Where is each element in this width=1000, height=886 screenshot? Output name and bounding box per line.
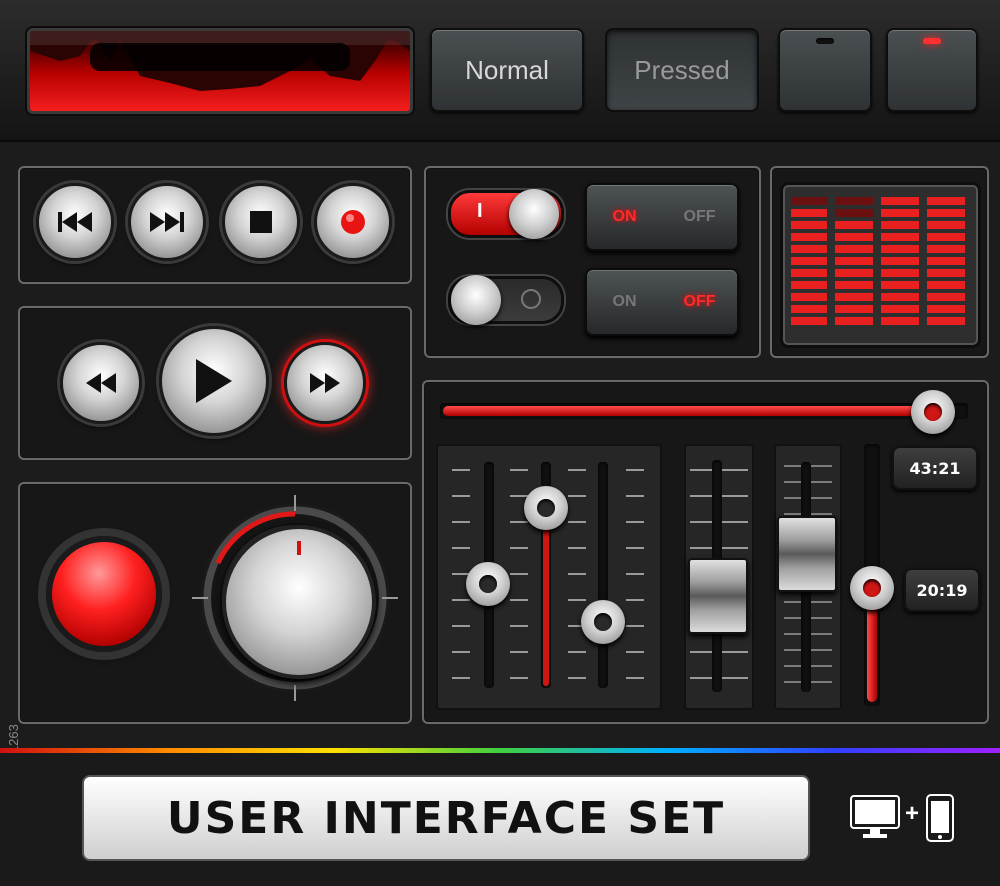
eq-slider-2-handle[interactable] bbox=[524, 486, 568, 530]
rocker-off-label: OFF bbox=[683, 208, 716, 225]
toggle-switch-off[interactable] bbox=[448, 275, 564, 325]
vertical-time-tooltip: 20:19 bbox=[904, 568, 980, 612]
fader-1-handle[interactable] bbox=[688, 558, 748, 634]
eq-slider-1-handle[interactable] bbox=[466, 562, 510, 606]
led-off-button[interactable] bbox=[778, 28, 872, 112]
fast-forward-button[interactable] bbox=[284, 342, 366, 424]
seek-slider-fill bbox=[443, 406, 933, 416]
seek-slider-handle[interactable] bbox=[911, 390, 955, 434]
rocker-on-label: ON bbox=[612, 208, 637, 225]
rewind-icon bbox=[86, 373, 116, 393]
stop-button[interactable] bbox=[222, 183, 300, 261]
rewind-button[interactable] bbox=[60, 342, 142, 424]
stop-icon bbox=[250, 211, 272, 233]
equalizer-bars bbox=[791, 197, 965, 325]
rocker-switch-on[interactable]: ON OFF bbox=[585, 183, 739, 251]
record-button[interactable] bbox=[314, 183, 392, 261]
play-icon bbox=[196, 359, 232, 403]
rocker-off-label: OFF bbox=[683, 293, 716, 310]
skip-back-button[interactable] bbox=[36, 183, 114, 261]
led-indicator-off bbox=[816, 38, 834, 44]
skip-forward-icon bbox=[150, 212, 184, 232]
play-button[interactable] bbox=[159, 326, 269, 436]
big-red-button[interactable] bbox=[46, 536, 162, 652]
pressed-button[interactable]: Pressed bbox=[605, 28, 759, 112]
eq-slider-3-handle[interactable] bbox=[581, 600, 625, 644]
volume-knob[interactable] bbox=[222, 525, 376, 679]
fast-forward-icon bbox=[310, 373, 340, 393]
rocker-switch-off[interactable]: ON OFF bbox=[585, 268, 739, 336]
seek-time-tooltip: 43:21 bbox=[892, 446, 978, 490]
led-on-button[interactable] bbox=[886, 28, 978, 112]
normal-button[interactable]: Normal bbox=[430, 28, 584, 112]
toggle-knob bbox=[451, 275, 501, 325]
eq-slider-3-track[interactable] bbox=[598, 462, 608, 688]
toggle-on-mark: I bbox=[477, 200, 483, 222]
rocker-on-label: ON bbox=[612, 293, 637, 310]
vu-waveform bbox=[30, 31, 410, 111]
record-icon bbox=[341, 210, 365, 234]
equalizer-display bbox=[780, 182, 981, 348]
toggle-off-mark bbox=[521, 289, 541, 309]
led-indicator-on bbox=[923, 38, 941, 44]
vertical-slider-handle[interactable] bbox=[850, 566, 894, 610]
toggle-knob bbox=[509, 189, 559, 239]
page-title: USER INTERFACE SET bbox=[82, 775, 810, 861]
skip-forward-button[interactable] bbox=[128, 183, 206, 261]
toggle-switch-on[interactable]: I bbox=[448, 189, 564, 239]
eq-slider-2-fill bbox=[543, 508, 549, 686]
vu-meter-display bbox=[27, 28, 413, 114]
fader-2-handle[interactable] bbox=[777, 516, 837, 592]
knob-indicator bbox=[297, 541, 301, 555]
skip-back-icon bbox=[58, 212, 92, 232]
plus-sign: + bbox=[904, 800, 919, 827]
monitor-icon bbox=[850, 795, 900, 838]
phone-icon bbox=[926, 794, 954, 842]
